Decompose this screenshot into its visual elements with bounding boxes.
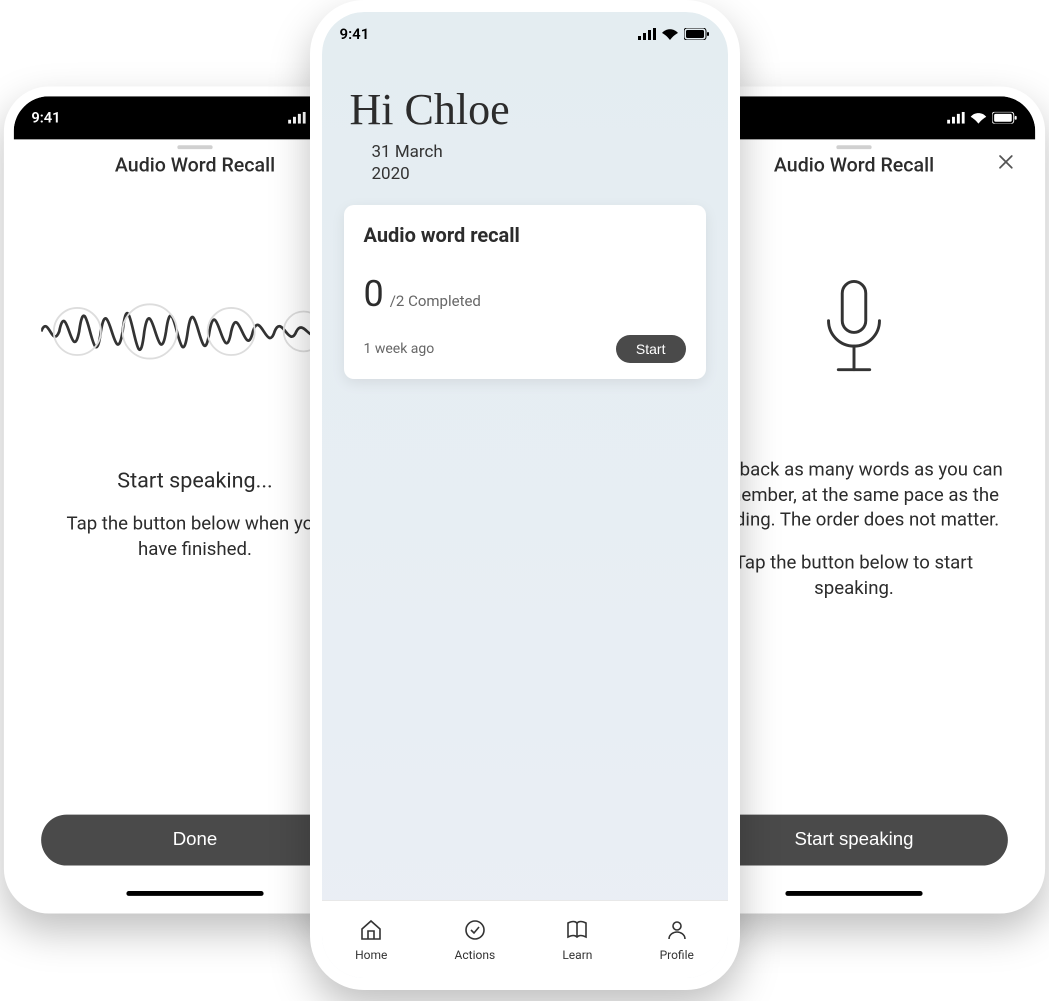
check-circle-icon bbox=[463, 918, 487, 945]
microphone-icon bbox=[700, 224, 1008, 440]
date-block: 31 March 2020 bbox=[322, 135, 728, 185]
tab-home[interactable]: Home bbox=[355, 918, 387, 962]
start-button[interactable]: Start bbox=[616, 335, 686, 363]
task-title: Audio word recall bbox=[364, 223, 686, 247]
phone-center: 9:41 Hi Chloe 31 March 2020 Audio word r… bbox=[310, 0, 740, 990]
tab-bar: Home Actions Learn bbox=[322, 900, 728, 978]
body-text: Tap the button below when you have finis… bbox=[41, 511, 349, 561]
progress-readout: 0 /2 Completed bbox=[364, 273, 686, 315]
tab-learn[interactable]: Learn bbox=[562, 918, 592, 962]
home-indicator[interactable] bbox=[126, 891, 263, 896]
drag-handle[interactable] bbox=[177, 145, 212, 149]
tab-label: Profile bbox=[660, 948, 694, 962]
status-icons bbox=[638, 28, 710, 40]
lead-text: Start speaking... bbox=[117, 469, 272, 494]
modal-title: Audio Word Recall bbox=[774, 153, 934, 177]
body-text-1: Say back as many words as you can rememb… bbox=[700, 457, 1008, 532]
progress-done: 0 bbox=[364, 273, 384, 315]
status-time: 9:41 bbox=[340, 25, 370, 43]
modal-title: Audio Word Recall bbox=[115, 153, 275, 177]
book-icon bbox=[565, 918, 589, 945]
close-icon[interactable] bbox=[992, 148, 1019, 175]
tab-profile[interactable]: Profile bbox=[660, 918, 694, 962]
done-button[interactable]: Done bbox=[41, 815, 349, 866]
task-time: 1 week ago bbox=[364, 341, 435, 357]
person-icon bbox=[665, 918, 689, 945]
home-indicator[interactable] bbox=[785, 891, 922, 896]
date-line2: 2020 bbox=[372, 163, 700, 185]
start-speaking-button[interactable]: Start speaking bbox=[700, 815, 1008, 866]
tab-label: Learn bbox=[562, 948, 592, 962]
progress-total: /2 Completed bbox=[390, 292, 481, 310]
task-card[interactable]: Audio word recall 0 /2 Completed 1 week … bbox=[344, 205, 706, 379]
greeting-title: Hi Chloe bbox=[322, 56, 728, 135]
date-line1: 31 March bbox=[372, 141, 700, 163]
statusbar: 9:41 bbox=[322, 12, 728, 56]
tab-actions[interactable]: Actions bbox=[455, 918, 496, 962]
tab-label: Home bbox=[355, 948, 387, 962]
status-time: 9:41 bbox=[31, 109, 60, 127]
body-text-2: Tap the button below to start speaking. bbox=[700, 550, 1008, 600]
status-icons bbox=[947, 112, 1018, 124]
drag-handle[interactable] bbox=[836, 145, 871, 149]
home-icon bbox=[359, 918, 383, 945]
waveform-illustration bbox=[41, 224, 349, 440]
tab-label: Actions bbox=[455, 948, 496, 962]
